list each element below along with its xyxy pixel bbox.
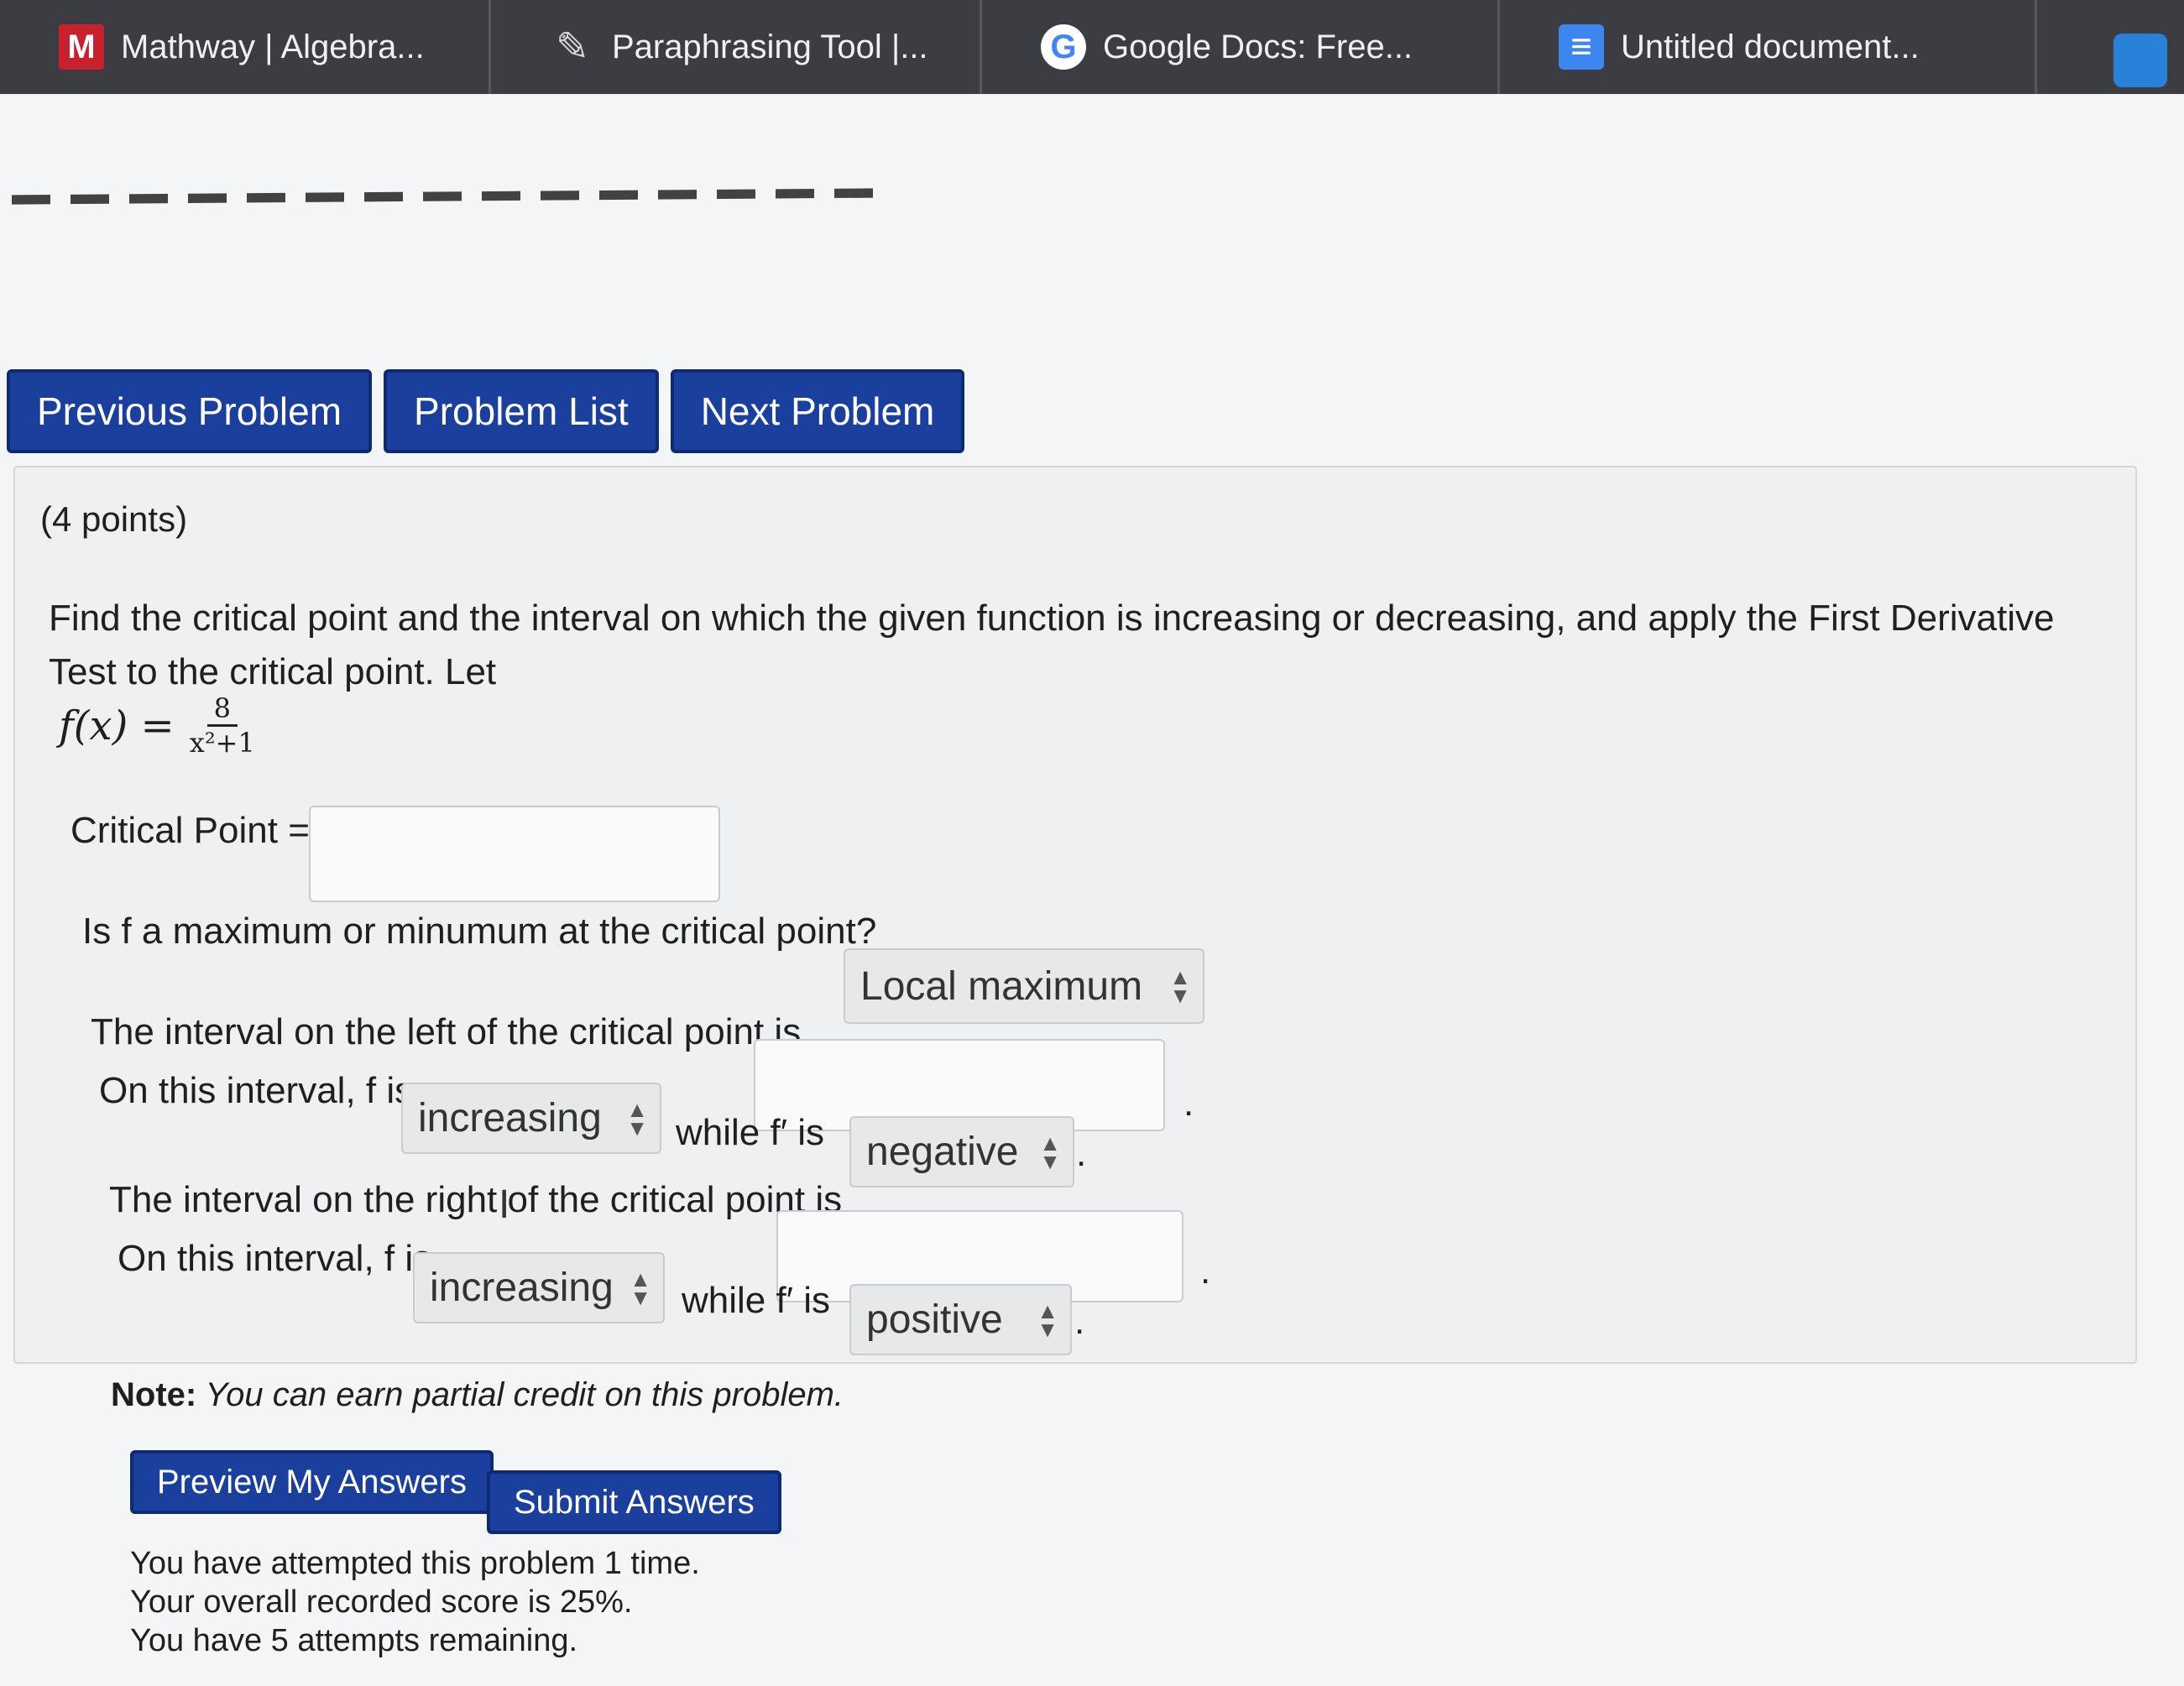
text-cursor-icon: I (499, 1182, 510, 1227)
tab-mathway[interactable]: M Mathway | Algebra... (0, 0, 491, 94)
extension-icon[interactable] (2113, 34, 2167, 87)
problem-navigation: Previous Problem Problem List Next Probl… (7, 369, 965, 453)
tab-google-docs[interactable]: G Google Docs: Free... (982, 0, 1500, 94)
tab-title: Mathway | Algebra... (121, 28, 425, 65)
tab-title: Google Docs: Free... (1103, 28, 1413, 65)
partial-credit-note: Note: You can earn partial credit on thi… (111, 1376, 844, 1414)
note-text: You can earn partial credit on this prob… (196, 1376, 844, 1413)
right-fprime-sign-select[interactable]: positive ▲ ▼ (849, 1284, 1072, 1355)
function-lhs: f(x) = (59, 702, 175, 749)
punctuation-period: . (1200, 1250, 1211, 1292)
problem-points: (4 points) (40, 499, 188, 539)
previous-problem-button[interactable]: Previous Problem (7, 369, 373, 453)
maxmin-selected-value: Local maximum (860, 963, 1143, 1009)
tab-untitled-document[interactable]: ≡ Untitled document... (1500, 0, 2037, 94)
left-f-selected-value: increasing (418, 1096, 602, 1141)
maxmin-select[interactable]: Local maximum ▲ ▼ (844, 948, 1204, 1024)
select-arrows-icon: ▲ ▼ (1169, 964, 1191, 1008)
left-while-label: while f′ is (676, 1112, 824, 1153)
tab-title: Paraphrasing Tool |... (612, 28, 928, 65)
problem-list-button[interactable]: Problem List (384, 369, 659, 453)
function-definition: f(x) = 8 x²+1 (59, 692, 255, 759)
select-arrows-icon: ▲ ▼ (630, 1266, 651, 1310)
select-arrows-icon: ▲ ▼ (626, 1096, 648, 1141)
left-on-interval-label: On this interval, f is (99, 1070, 414, 1111)
fraction-denominator: x²+1 (189, 727, 255, 759)
punctuation-period: . (1074, 1301, 1085, 1342)
tab-paraphrasing-tool[interactable]: ✎ Paraphrasing Tool |... (491, 0, 982, 94)
browser-tab-bar: M Mathway | Algebra... ✎ Paraphrasing To… (0, 0, 2184, 94)
right-fprime-selected-value: positive (866, 1297, 1003, 1342)
tab-title: Untitled document... (1621, 28, 1920, 65)
critical-point-input[interactable] (309, 806, 720, 902)
attempt-status: You have attempted this problem 1 time. … (130, 1544, 700, 1660)
maxmin-question: Is f a maximum or minumum at the critica… (82, 911, 877, 952)
recorded-score: Your overall recorded score is 25%. (130, 1584, 633, 1620)
left-fprime-selected-value: negative (866, 1130, 1019, 1174)
critical-point-label: Critical Point = (71, 810, 310, 851)
right-while-label: while f′ is (682, 1280, 830, 1321)
docs-icon: ≡ (1559, 24, 1604, 70)
attempts-made: You have attempted this problem 1 time. (130, 1546, 700, 1581)
right-on-interval-label: On this interval, f is (118, 1238, 432, 1279)
punctuation-period: . (1076, 1133, 1087, 1174)
fraction-numerator: 8 (206, 692, 238, 727)
problem-statement: Find the critical point and the interval… (49, 598, 2055, 692)
preview-answers-button[interactable]: Preview My Answers (130, 1450, 494, 1514)
left-fprime-sign-select[interactable]: negative ▲ ▼ (849, 1116, 1074, 1188)
mathway-icon: M (59, 24, 104, 70)
left-interval-label: The interval on the left of the critical… (91, 1011, 802, 1052)
left-f-behavior-select[interactable]: increasing ▲ ▼ (401, 1083, 661, 1154)
pen-icon: ✎ (555, 25, 590, 70)
right-interval-label: The interval on the right of the critica… (109, 1179, 843, 1220)
select-arrows-icon: ▲ ▼ (1037, 1297, 1058, 1342)
right-f-behavior-select[interactable]: increasing ▲ ▼ (413, 1252, 665, 1323)
google-icon: G (1041, 24, 1086, 70)
right-f-selected-value: increasing (430, 1266, 614, 1310)
submit-answers-button[interactable]: Submit Answers (487, 1470, 781, 1534)
note-bold-label: Note: (111, 1376, 197, 1413)
attempts-remaining: You have 5 attempts remaining. (130, 1623, 578, 1658)
punctuation-period: . (1183, 1083, 1194, 1124)
select-arrows-icon: ▲ ▼ (1039, 1130, 1061, 1174)
next-problem-button[interactable]: Next Problem (670, 369, 965, 453)
function-fraction: 8 x²+1 (190, 692, 255, 759)
